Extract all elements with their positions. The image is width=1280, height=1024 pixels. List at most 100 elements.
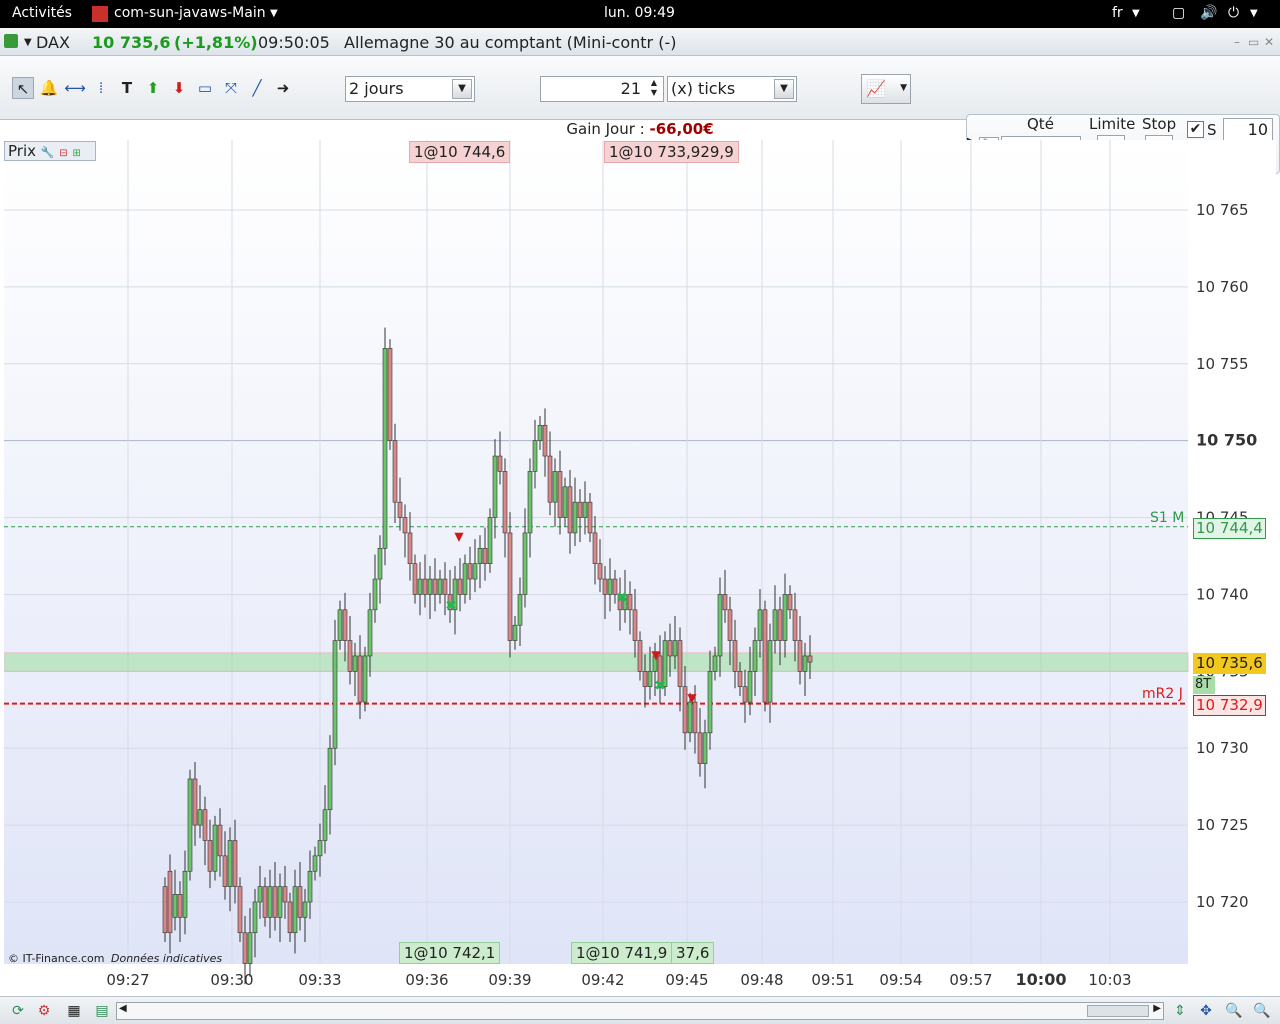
- indicators-icon[interactable]: ⚙: [34, 1001, 54, 1021]
- candle-up: [772, 609, 778, 641]
- price-panel-tab[interactable]: Prix 🔧 ⊟ ⊞: [4, 141, 96, 161]
- stepper-arrows-icon[interactable]: ▲ ▼: [647, 78, 661, 100]
- candle-down: [422, 578, 428, 595]
- y-tick-label: 10 750: [1196, 431, 1257, 450]
- restore-icon[interactable]: ▭: [1248, 35, 1259, 49]
- activities-button[interactable]: Activités: [12, 5, 72, 21]
- mr2-label: mR2 J: [1142, 686, 1183, 702]
- calculator-icon[interactable]: ▦: [64, 1001, 84, 1021]
- candle-down: [587, 501, 593, 534]
- language-indicator[interactable]: fr: [1112, 5, 1123, 21]
- zoom-out-icon[interactable]: 🔍: [1224, 1001, 1244, 1021]
- quote-time: 09:50:05: [258, 33, 330, 52]
- period-select[interactable]: 2 jours ▼: [345, 76, 475, 102]
- candle-up: [462, 563, 468, 595]
- text-tool-icon[interactable]: T: [116, 77, 138, 99]
- price-axis-area[interactable]: [1188, 140, 1276, 964]
- app-menu[interactable]: com-sun-javaws-Main: [114, 5, 266, 21]
- add-indicator-icon[interactable]: ⊞: [72, 148, 80, 159]
- window-menu-icon[interactable]: [4, 34, 18, 48]
- candle-down: [232, 840, 238, 887]
- scroll-left-icon[interactable]: ◀: [119, 1003, 127, 1014]
- ticks-unit-select[interactable]: (x) ticks ▼: [667, 76, 797, 102]
- chevron-down-icon[interactable]: ▼: [452, 79, 472, 99]
- window-icon[interactable]: ▢: [1172, 5, 1185, 21]
- candle-up: [377, 548, 383, 580]
- arrow-right-icon[interactable]: ➜: [272, 77, 294, 99]
- remove-indicator-icon[interactable]: ⊟: [59, 148, 67, 159]
- app-menu-arrow-icon[interactable]: ▼: [270, 8, 278, 19]
- order-tag-sell[interactable]: 1@10 733,929,9: [604, 141, 739, 163]
- x-tick-label: 09:51: [811, 971, 854, 989]
- candle-up: [427, 578, 433, 595]
- candle-up: [172, 894, 178, 918]
- candle-down: [242, 932, 248, 964]
- volume-icon[interactable]: 🔊: [1200, 5, 1217, 21]
- candle-down: [792, 609, 798, 641]
- candle-up: [492, 455, 498, 518]
- candle-up: [702, 732, 708, 764]
- chart-toolbar: ↖ 🔔 ⟷ ⦙ T ⬆ ⬇ ▭ ⤧ ╱ ➜ 2 jours ▼ 21 ▲ ▼ (x…: [0, 56, 1280, 174]
- chevron-down-icon[interactable]: ▼: [774, 79, 794, 99]
- period-select-value: 2 jours: [349, 79, 404, 98]
- candle-down: [347, 640, 353, 672]
- candle-up: [182, 870, 188, 918]
- candle-up: [747, 671, 753, 703]
- candle-up: [767, 640, 773, 703]
- fibonacci-tool-icon[interactable]: ⤧: [220, 77, 242, 99]
- chevron-down-icon[interactable]: ▼: [24, 37, 32, 48]
- sell-marker-icon: ▼: [651, 648, 661, 662]
- ticks-stepper[interactable]: 21 ▲ ▼: [540, 76, 664, 102]
- horizontal-scrollbar[interactable]: ◀ ▶: [116, 1002, 1164, 1020]
- price-band: [4, 652, 1189, 672]
- time-axis: 09:27 09:30 09:33 09:36 09:39 09:42 09:45 09:48…: [106, 970, 1131, 989]
- autoscale-icon[interactable]: ⇕: [1170, 1001, 1190, 1021]
- rectangle-tool-icon[interactable]: ▭: [194, 77, 216, 99]
- vertical-line-tool-icon[interactable]: ⦙: [90, 77, 112, 99]
- order-tag-buy[interactable]: 1@10 741,9: [571, 942, 673, 964]
- buy-marker-icon: ✖: [616, 590, 628, 606]
- chart-type-icon: 📈: [866, 79, 886, 98]
- sell-arrow-icon[interactable]: ⬇: [168, 77, 190, 99]
- grid-layout-icon[interactable]: ▤: [92, 1001, 112, 1021]
- order-tag-sell[interactable]: 1@10 744,6: [409, 141, 511, 163]
- candle-up: [352, 655, 358, 672]
- candle-up: [757, 609, 763, 641]
- close-icon[interactable]: ✕: [1264, 35, 1274, 49]
- order-tag-buy[interactable]: 1@10 742,1: [399, 942, 501, 964]
- clock[interactable]: lun. 09:49: [604, 5, 675, 21]
- current-price-value: 10 735,6: [1193, 653, 1266, 674]
- y-tick-label: 10 730: [1196, 739, 1249, 757]
- price-chart[interactable]: ▼▼▼✖✖✖ 10 76510 76010 75510 75010 74510 …: [4, 140, 1276, 996]
- refresh-chart-icon[interactable]: ⟳: [8, 1001, 28, 1021]
- scrollbar-thumb[interactable]: [1087, 1005, 1149, 1017]
- candle-up: [212, 824, 218, 872]
- daily-gain: Gain Jour : -66,00€: [0, 120, 1280, 140]
- candle-up: [687, 701, 693, 734]
- system-menu-arrow-icon[interactable]: ▼: [1250, 8, 1258, 19]
- scroll-right-icon[interactable]: ▶: [1153, 1003, 1161, 1014]
- chart-type-button[interactable]: 📈 ▼: [861, 74, 911, 104]
- alarm-bell-icon[interactable]: 🔔: [38, 77, 60, 99]
- candle-up: [322, 809, 328, 841]
- candle-down: [742, 686, 748, 703]
- buy-arrow-icon[interactable]: ⬆: [142, 77, 164, 99]
- wrench-icon[interactable]: 🔧: [41, 146, 55, 159]
- candle-up: [187, 778, 193, 872]
- trendline-tool-icon[interactable]: ╱: [246, 77, 268, 99]
- candle-down: [217, 824, 223, 857]
- minimize-icon[interactable]: –: [1234, 35, 1240, 49]
- fit-icon[interactable]: ✥: [1196, 1001, 1216, 1021]
- candle-down: [602, 578, 608, 595]
- pointer-tool-icon[interactable]: ↖: [12, 77, 34, 99]
- candle-up: [477, 548, 483, 564]
- candle-down: [577, 501, 583, 518]
- order-tag-buy[interactable]: 37,6: [672, 942, 715, 964]
- chevron-down-icon[interactable]: ▼: [1132, 8, 1140, 19]
- zoom-in-icon[interactable]: 🔍: [1252, 1001, 1272, 1021]
- s1-label: S1 M: [1150, 510, 1185, 526]
- power-icon[interactable]: ⏻: [1228, 5, 1239, 21]
- horizontal-line-tool-icon[interactable]: ⟷: [64, 77, 86, 99]
- candle-up: [527, 471, 533, 534]
- candle-down: [737, 671, 743, 688]
